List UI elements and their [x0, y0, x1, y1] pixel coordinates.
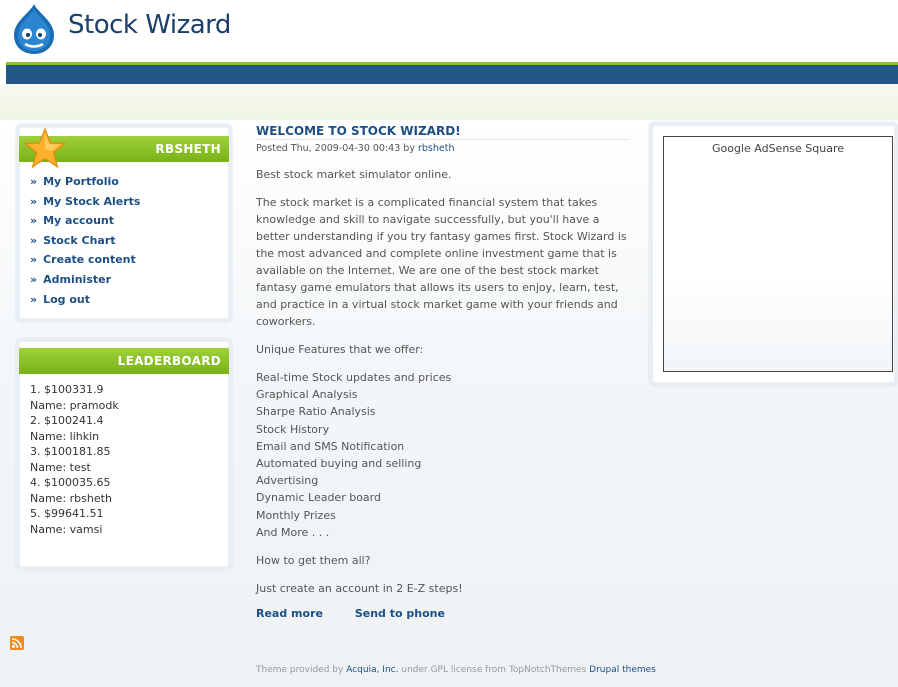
site-footer: Theme provided by Acquia, Inc. under GPL… — [256, 665, 656, 675]
adsense-label: Google AdSense Square — [711, 142, 845, 155]
feature-item: Graphical Analysis — [256, 388, 358, 402]
main-content: WELCOME TO STOCK WIZARD! Posted Thu, 200… — [256, 124, 628, 620]
feature-item: And More . . . — [256, 525, 330, 539]
acquia-link[interactable]: Acquia, Inc. — [346, 665, 398, 675]
preface-band — [0, 84, 898, 124]
features-intro: Unique Features that we offer: — [256, 343, 424, 356]
leaderboard-entry: 2. $100241.4 — [30, 414, 104, 427]
leaderboard-block: LEADERBOARD 1. $100331.9 Name: pramodk 2… — [16, 338, 232, 570]
user-menu: » My Portfolio » My Stock Alerts » My accou… — [20, 172, 228, 309]
feature-item: Stock History — [256, 422, 330, 436]
leaderboard-entry: Name: test — [30, 460, 91, 474]
intro-paragraph: Best stock market simulator online. — [256, 168, 452, 181]
leaderboard-entry: 4. $100035.65 — [30, 476, 111, 489]
menu-item-label[interactable]: Stock Chart — [43, 234, 115, 247]
bullet-icon: » — [30, 175, 38, 188]
feature-item: Monthly Prizes — [256, 508, 336, 522]
menu-item-my-portfolio[interactable]: » My Portfolio — [30, 172, 228, 192]
footer-text: under GPL license from TopNotchThemes — [401, 665, 587, 675]
star-icon — [23, 128, 67, 169]
bullet-icon: » — [30, 233, 38, 247]
user-block-title: RBSHETH — [19, 128, 229, 169]
menu-item-label[interactable]: Log out — [43, 293, 90, 306]
bullet-icon: » — [30, 272, 38, 286]
menu-item-label[interactable]: Create content — [43, 253, 136, 266]
body-paragraph: The stock market is a complicated financ… — [256, 196, 627, 328]
leaderboard-title: LEADERBOARD — [19, 348, 229, 374]
leaderboard-list: 1. $100331.9 Name: pramodk 2. $100241.4 … — [20, 374, 228, 537]
menu-item-administer[interactable]: » Administer — [30, 270, 228, 290]
adsense-block: Google AdSense Square — [649, 122, 898, 386]
feature-item: Email and SMS Notification — [256, 439, 405, 453]
author-link[interactable]: rbsheth — [418, 143, 455, 154]
rss-feed-icon[interactable] — [10, 636, 24, 650]
send-to-phone-link[interactable]: Send to phone — [355, 607, 445, 620]
site-name[interactable]: Stock Wizard — [68, 10, 231, 40]
menu-item-label[interactable]: My account — [43, 214, 114, 227]
feature-item: Sharpe Ratio Analysis — [256, 405, 376, 419]
node-links: Read more Send to phone — [256, 607, 628, 620]
user-menu-block: RBSHETH » My Portfolio » My Stock Alerts »… — [16, 124, 232, 322]
menu-item-label[interactable]: Administer — [43, 273, 111, 286]
leaderboard-entry: 1. $100331.9 — [30, 383, 104, 396]
bullet-icon: » — [30, 214, 38, 228]
feature-item: Dynamic Leader board — [256, 491, 381, 505]
read-more-link[interactable]: Read more — [256, 607, 323, 620]
leaderboard-entry: Name: rbsheth — [30, 491, 112, 505]
adsense-square[interactable]: Google AdSense Square — [663, 136, 893, 372]
features-list: Real-time Stock updates and prices Graph… — [256, 369, 628, 541]
feature-item: Real-time Stock updates and prices — [256, 371, 452, 384]
footer-text: Theme provided by — [256, 665, 344, 675]
leaderboard-entry: 5. $99641.51 — [30, 507, 104, 520]
leaderboard-entry: Name: pramodk — [30, 398, 119, 412]
menu-item-log-out[interactable]: » Log out — [30, 290, 228, 310]
menu-item-create-content[interactable]: » Create content — [30, 250, 228, 270]
submitted-text: Posted Thu, 2009-04-30 00:43 by — [256, 143, 415, 154]
leaderboard-entry: 3. $100181.85 — [30, 445, 111, 458]
user-block-title-text: RBSHETH — [155, 142, 221, 156]
menu-item-my-stock-alerts[interactable]: » My Stock Alerts — [30, 192, 228, 212]
cta-text: Just create an account in 2 E-Z steps! — [256, 582, 463, 596]
bullet-icon: » — [30, 292, 38, 306]
bullet-icon: » — [30, 253, 38, 267]
question-text: How to get them all? — [256, 554, 371, 568]
menu-item-label[interactable]: My Portfolio — [43, 175, 119, 188]
feature-item: Automated buying and selling — [256, 457, 422, 471]
drupal-drop-icon[interactable] — [10, 3, 58, 55]
primary-nav-bar — [6, 62, 898, 84]
menu-item-my-account[interactable]: » My account — [30, 211, 228, 231]
leaderboard-entry: Name: vamsi — [30, 522, 103, 536]
leaderboard-entry: Name: lihkin — [30, 429, 100, 443]
menu-item-label[interactable]: My Stock Alerts — [43, 195, 140, 208]
node-title[interactable]: WELCOME TO STOCK WIZARD! — [256, 124, 628, 140]
feature-item: Advertising — [256, 474, 319, 488]
site-header: Stock Wizard — [0, 0, 898, 62]
bullet-icon: » — [30, 194, 38, 208]
menu-item-stock-chart[interactable]: » Stock Chart — [30, 231, 228, 251]
drupal-themes-link[interactable]: Drupal themes — [589, 665, 656, 675]
node-submitted: Posted Thu, 2009-04-30 00:43 by rbsheth — [256, 143, 628, 154]
